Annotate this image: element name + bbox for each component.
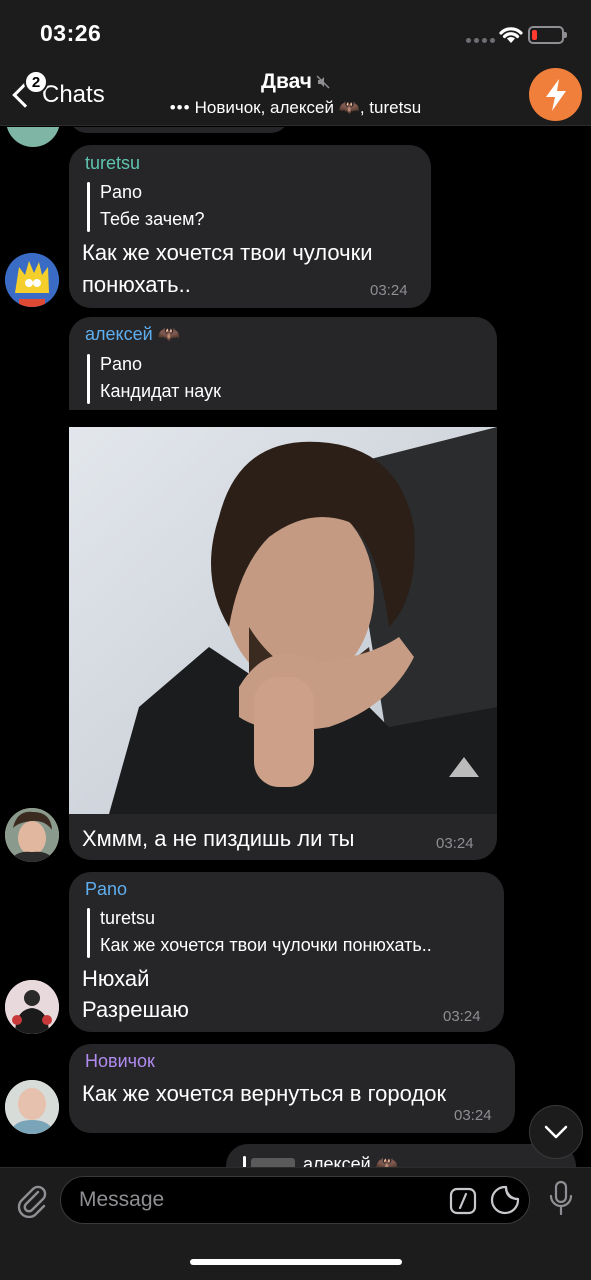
chat-header: Chats 2 Двач ••• Новичок, алексей 🦇, ture…	[0, 62, 591, 126]
message-bubble[interactable]: Новичок Как же хочется вернуться в город…	[69, 1044, 515, 1133]
home-indicator	[190, 1259, 402, 1265]
status-bar: 03:26	[0, 0, 591, 62]
reply-thumbnail	[251, 1158, 295, 1167]
reply-bar	[87, 908, 90, 958]
typing-dots: •••	[169, 98, 191, 117]
message-bubble[interactable]: алексей 🦇 Pano Кандидат наук Хммм, а не …	[69, 317, 497, 860]
status-time: 03:26	[40, 20, 102, 46]
reply-sender[interactable]: Pano	[100, 354, 142, 375]
reply-bar	[243, 1156, 246, 1167]
reply-bar	[87, 354, 90, 404]
reply-sender[interactable]: turetsu	[100, 908, 155, 929]
photo-image	[69, 427, 497, 814]
group-avatar[interactable]	[529, 68, 582, 121]
avatar-pano[interactable]	[5, 980, 59, 1034]
cellular-signal-icon	[466, 38, 495, 43]
reply-bar	[87, 182, 90, 232]
message-bubble-partial[interactable]	[69, 127, 289, 133]
sender-name[interactable]: Новичок	[85, 1051, 155, 1072]
microphone-icon[interactable]	[548, 1180, 574, 1218]
message-text-line: Нюхай	[82, 966, 150, 991]
wifi-icon	[499, 27, 523, 43]
sticker-icon[interactable]	[490, 1185, 520, 1215]
reply-text[interactable]: Как же хочется твои чулочки понюхать..	[100, 935, 432, 956]
mute-icon	[316, 75, 330, 89]
command-icon[interactable]	[449, 1187, 477, 1215]
photo-attachment[interactable]	[69, 427, 497, 814]
sender-name[interactable]: Pano	[85, 879, 127, 900]
scroll-down-icon	[544, 1125, 568, 1139]
reply-text[interactable]: Кандидат наук	[100, 381, 221, 402]
message-time: 03:24	[370, 282, 408, 299]
chat-title-text: Двач	[261, 70, 312, 93]
message-text-line: понюхать..	[82, 272, 191, 297]
message-time: 03:24	[443, 1008, 481, 1025]
sender-name[interactable]: алексей 🦇	[85, 324, 180, 345]
avatar-image	[5, 253, 59, 307]
chat-subtitle: ••• Новичок, алексей 🦇, turetsu	[0, 98, 591, 118]
lightning-icon	[545, 78, 566, 111]
avatar-novichok[interactable]	[5, 1080, 59, 1134]
message-time: 03:24	[436, 835, 474, 852]
reply-sender[interactable]: Pano	[100, 182, 142, 203]
message-text-line: Хммм, а не пиздишь ли ты	[82, 826, 355, 851]
message-bubble[interactable]: turetsu Pano Тебе зачем? Как же хочется …	[69, 145, 431, 308]
reply-text[interactable]: Тебе зачем?	[100, 209, 205, 230]
avatar[interactable]	[6, 127, 60, 147]
scroll-to-bottom-button[interactable]	[529, 1105, 583, 1159]
battery-icon	[528, 26, 567, 44]
avatar-image	[5, 1080, 59, 1134]
avatar-image	[5, 980, 59, 1034]
message-list[interactable]: turetsu Pano Тебе зачем? Как же хочется …	[0, 127, 591, 1167]
avatar-aleksey[interactable]	[5, 808, 59, 862]
avatar-turetsu[interactable]	[5, 253, 59, 307]
chat-title[interactable]: Двач	[0, 70, 591, 94]
attach-icon[interactable]	[14, 1182, 48, 1218]
sender-name[interactable]: turetsu	[85, 153, 140, 174]
message-bubble[interactable]: Pano turetsu Как же хочется твои чулочки…	[69, 872, 504, 1032]
message-text-line: Как же хочется твои чулочки	[82, 240, 373, 265]
members-list: Новичок, алексей 🦇, turetsu	[194, 98, 422, 117]
reply-separator	[69, 410, 497, 427]
avatar-image	[5, 808, 59, 862]
outgoing-message-bubble[interactable]: алексей 🦇	[226, 1144, 576, 1167]
message-text-line: Как же хочется вернуться в городок	[82, 1081, 447, 1106]
reply-sender[interactable]: алексей 🦇	[303, 1154, 398, 1167]
message-text-line: Разрешаю	[82, 997, 189, 1022]
message-time: 03:24	[454, 1107, 492, 1124]
